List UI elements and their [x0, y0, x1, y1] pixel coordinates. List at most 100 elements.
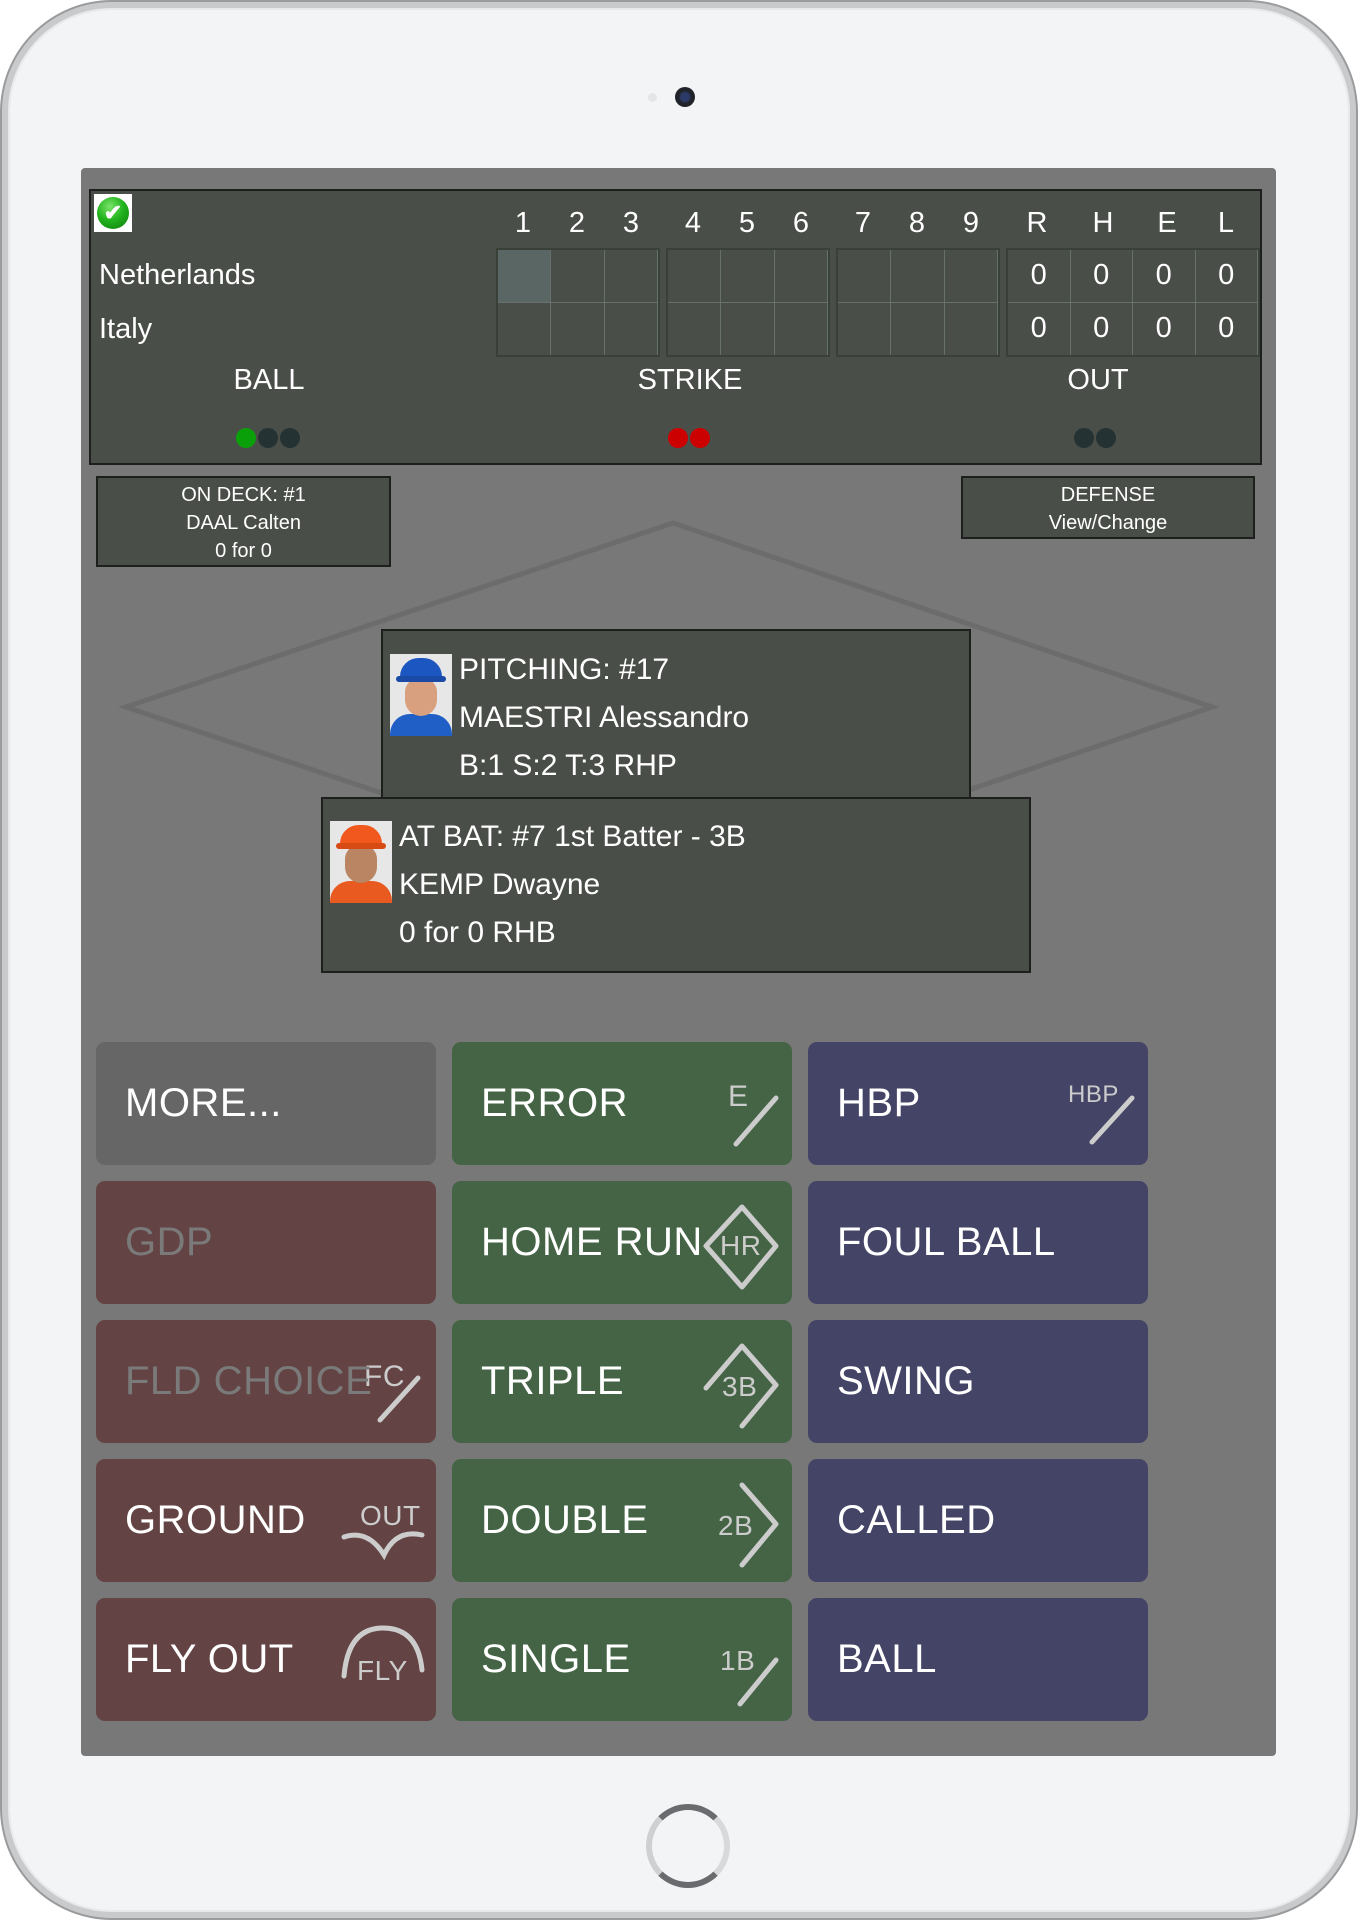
inning-cell[interactable] [721, 302, 775, 355]
swing-label: SWING [837, 1359, 976, 1403]
ball-dot-off [280, 428, 300, 448]
inning-cell[interactable] [551, 250, 605, 303]
single-button[interactable]: SINGLE 1B [452, 1598, 792, 1721]
inning-cell[interactable] [721, 250, 775, 303]
ball-indicator [236, 428, 302, 448]
single-label: SINGLE [481, 1637, 631, 1681]
inning-cell[interactable] [551, 302, 605, 355]
ball-dot-off [258, 428, 278, 448]
team-name-away: Netherlands [99, 259, 256, 291]
out-dot-off [1096, 428, 1116, 448]
home-run-button[interactable]: HOME RUN HR [452, 1181, 792, 1304]
inning-cell[interactable] [774, 250, 828, 303]
innings-1-3 [496, 248, 660, 357]
hbp-button[interactable]: HBP HBP [808, 1042, 1148, 1165]
total-runs-home: 0 [1008, 302, 1071, 355]
swing-button[interactable]: SWING [808, 1320, 1148, 1443]
inning-header: 7 [854, 207, 872, 239]
foul-ball-button[interactable]: FOUL BALL [808, 1181, 1148, 1304]
pitching-panel[interactable]: PITCHING: #17 MAESTRI Alessandro B:1 S:2… [381, 629, 971, 806]
batter-number: AT BAT: #7 1st Batter - 3B [399, 820, 746, 853]
inning-cell[interactable] [944, 250, 998, 303]
total-runs-away: 0 [1008, 250, 1071, 303]
svg-text:OUT: OUT [360, 1500, 421, 1531]
more-label: MORE... [125, 1081, 282, 1125]
pitcher-number: PITCHING: #17 [459, 653, 670, 686]
total-errors-home: 0 [1133, 302, 1196, 355]
inning-header: 9 [962, 207, 980, 239]
svg-text:FLY: FLY [357, 1655, 408, 1686]
light-sensor [648, 93, 657, 102]
triple-button[interactable]: TRIPLE 3B [452, 1320, 792, 1443]
total-lob-home: 0 [1196, 302, 1258, 355]
double-bases-icon: 2B [696, 1479, 786, 1569]
green-checkmark-icon[interactable]: ✔ [94, 194, 132, 232]
ground-out-button[interactable]: GROUND OUT [96, 1459, 436, 1582]
inning-cell[interactable] [668, 250, 722, 303]
inning-cell[interactable] [891, 302, 945, 355]
error-slash-icon: E [696, 1062, 786, 1152]
batter-stats: 0 for 0 RHB [399, 916, 556, 949]
on-deck-stats: 0 for 0 [215, 540, 272, 562]
inning-cell[interactable] [891, 250, 945, 303]
inning-header: 8 [908, 207, 926, 239]
single-slash-icon: 1B [696, 1618, 786, 1708]
strike-count-label: STRIKE [637, 364, 743, 396]
ball-dot-on [236, 428, 256, 448]
svg-text:E: E [728, 1080, 749, 1113]
ground-out-arc-icon: OUT [340, 1479, 430, 1569]
totals-header-runs: R [1026, 207, 1048, 239]
inning-cell[interactable] [945, 302, 998, 355]
fly-out-button[interactable]: FLY OUT FLY [96, 1598, 436, 1721]
svg-text:3B: 3B [722, 1371, 757, 1402]
more-button[interactable]: MORE... [96, 1042, 436, 1165]
fly-out-label: FLY OUT [125, 1637, 294, 1681]
hbp-label: HBP [837, 1081, 921, 1125]
defense-button[interactable]: DEFENSE View/Change [961, 476, 1255, 539]
inning-cell[interactable] [838, 250, 892, 303]
triple-label: TRIPLE [481, 1359, 625, 1403]
on-deck-player: DAAL Calten [186, 512, 301, 534]
scoreboard: ✔ Netherlands Italy 1 2 3 4 5 6 7 8 9 R … [89, 189, 1262, 465]
inning-cell[interactable] [838, 302, 892, 355]
out-indicator [1074, 428, 1118, 448]
inning-cell[interactable] [498, 250, 552, 303]
double-button[interactable]: DOUBLE 2B [452, 1459, 792, 1582]
error-label: ERROR [481, 1081, 628, 1125]
batter-photo [330, 821, 392, 903]
at-bat-panel[interactable]: AT BAT: #7 1st Batter - 3B KEMP Dwayne 0… [321, 797, 1031, 973]
inning-header: 5 [738, 207, 756, 239]
called-strike-button[interactable]: CALLED [808, 1459, 1148, 1582]
totals-header-hits: H [1092, 207, 1114, 239]
error-button[interactable]: ERROR E [452, 1042, 792, 1165]
strike-dot-on [668, 428, 688, 448]
inning-cell[interactable] [498, 302, 552, 355]
ball-button[interactable]: BALL [808, 1598, 1148, 1721]
ball-label: BALL [837, 1637, 937, 1681]
inning-header: 3 [622, 207, 640, 239]
inning-cell[interactable] [668, 302, 722, 355]
inning-cell[interactable] [775, 302, 828, 355]
fielders-choice-label: FLD CHOICE [125, 1359, 373, 1403]
ball-count-label: BALL [233, 364, 305, 396]
front-camera [675, 87, 695, 107]
inning-header: 4 [684, 207, 702, 239]
home-button[interactable] [646, 1804, 730, 1888]
triple-bases-icon: 3B [696, 1340, 786, 1430]
total-hits-away: 0 [1070, 250, 1133, 303]
total-errors-away: 0 [1133, 250, 1196, 303]
defense-action: View/Change [1048, 512, 1168, 534]
pitcher-stats: B:1 S:2 T:3 RHP [459, 749, 677, 782]
fielders-choice-button[interactable]: FLD CHOICE FC [96, 1320, 436, 1443]
on-deck-button[interactable]: ON DECK: #1 DAAL Calten 0 for 0 [96, 476, 391, 567]
inning-cell[interactable] [605, 302, 658, 355]
totals-header-errors: E [1157, 207, 1177, 239]
strike-dot-on [690, 428, 710, 448]
foul-ball-label: FOUL BALL [837, 1220, 1056, 1264]
gdp-label: GDP [125, 1220, 214, 1264]
inning-cell[interactable] [604, 250, 658, 303]
gdp-button[interactable]: GDP [96, 1181, 436, 1304]
svg-text:HR: HR [720, 1230, 761, 1261]
pitcher-photo [390, 654, 452, 736]
innings-7-9 [836, 248, 1000, 357]
